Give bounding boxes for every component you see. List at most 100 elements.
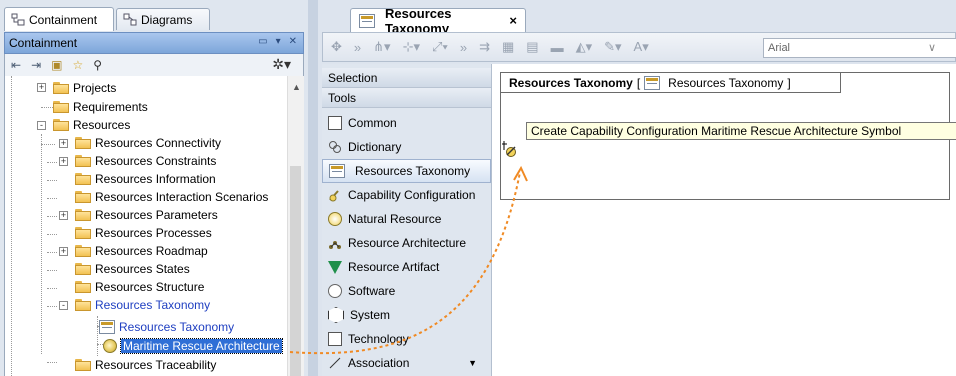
tree-item-resources-taxonomy-folder[interactable]: Resources Taxonomy [75, 297, 210, 313]
tree-item-resources-information[interactable]: Resources Information [75, 171, 216, 187]
restore-icon[interactable]: ▭ [258, 36, 267, 47]
diagram-icon [644, 75, 661, 90]
tree-item-projects[interactable]: Projects [53, 80, 116, 96]
palette-group-selection[interactable]: Selection [322, 68, 491, 88]
association-icon [329, 357, 341, 369]
expand-all-icon[interactable]: ⇥ [31, 58, 41, 72]
frame-ref: Resources Taxonomy [668, 75, 784, 90]
tree-item-resources-traceability[interactable]: Resources Traceability [75, 357, 216, 373]
tree-item-requirements[interactable]: Requirements [53, 99, 148, 115]
more-icon[interactable]: » [354, 40, 361, 55]
tree-item-label: Resources States [95, 262, 190, 276]
chevron-down-icon[interactable]: ∨ [928, 39, 936, 57]
palette-item-system[interactable]: System [322, 303, 491, 327]
tree-item-label: Resources Processes [95, 226, 212, 240]
palette-item-software[interactable]: Software [322, 279, 491, 303]
containment-pane: Containment Diagrams Containment ▭ ▾ ✕ ⇤… [0, 0, 308, 376]
tree-item-resources-roadmap[interactable]: Resources Roadmap [75, 243, 208, 259]
tab-diagrams[interactable]: Diagrams [116, 8, 210, 30]
shape-icon-3[interactable]: ▬ [551, 40, 564, 55]
shape-icon-2[interactable]: ▤ [526, 39, 538, 55]
tree-item-label: Resources Constraints [95, 154, 217, 168]
layout-icon[interactable]: ⋔▾ [373, 39, 390, 55]
diagram-frame-header: Resources Taxonomy [ Resources Taxonomy … [501, 73, 841, 93]
document-tab-bar: Resources Taxonomy × [322, 6, 956, 36]
tree-item-label: Resources Parameters [95, 208, 218, 222]
tree-item-resources-constraints[interactable]: Resources Constraints [75, 153, 216, 169]
diagram-canvas[interactable]: Resources Taxonomy [ Resources Taxonomy … [492, 64, 956, 376]
collapse-all-icon[interactable]: ⇤ [11, 58, 21, 72]
drop-tooltip: Create Capability Configuration Maritime… [526, 122, 956, 140]
folder-icon [75, 137, 91, 149]
palette-item-technology[interactable]: Technology [322, 327, 491, 351]
folder-icon [75, 299, 91, 311]
tree-item-resources-taxonomy-diagram[interactable]: Resources Taxonomy [99, 319, 234, 335]
path-style-icon[interactable]: ⤢▾ [432, 39, 448, 55]
navigate-icon[interactable]: ✥ [331, 39, 342, 55]
scroll-up-icon[interactable]: ▲ [292, 82, 301, 92]
natural-resource-icon [328, 212, 342, 226]
containment-toolbar: ⇤ ⇥ ▣ ☆ ⚲ ✲▾ [4, 54, 304, 76]
shape-icon-1[interactable]: ▦ [502, 39, 514, 55]
close-tab-icon[interactable]: × [509, 13, 517, 28]
palette-item-association[interactable]: Association ▼ [322, 351, 491, 375]
tree-item-resources-states[interactable]: Resources States [75, 261, 190, 277]
expand-toggle-resources[interactable]: - [37, 121, 46, 130]
diagram-toolbar: ✥ » ⋔▾ ⊹▾ ⤢▾ » ⇉ ▦ ▤ ▬ ◭▾ ✎▾ A▾ Arial ∨ [322, 32, 956, 62]
palette-item-common[interactable]: Common [322, 111, 491, 135]
expand-toggle-projects[interactable]: + [37, 83, 46, 92]
panel-title: Containment [9, 36, 78, 50]
tree-item-resources-connectivity[interactable]: Resources Connectivity [75, 135, 221, 151]
resource-artifact-icon [328, 260, 342, 274]
expand-toggle-resources-taxonomy[interactable]: - [59, 301, 68, 310]
palette-item-capability-configuration[interactable]: Capability Configuration [322, 183, 491, 207]
search-icon[interactable]: ⚲ [93, 58, 102, 72]
tree-item-resources-parameters[interactable]: Resources Parameters [75, 207, 218, 223]
palette-item-natural-resource[interactable]: Natural Resource [322, 207, 491, 231]
folder-icon [53, 82, 69, 94]
more-icon-2[interactable]: » [460, 40, 467, 55]
frame-title: Resources Taxonomy [509, 75, 633, 90]
chevron-down-icon[interactable]: ▼ [468, 358, 477, 368]
tab-containment-label: Containment [29, 12, 98, 27]
route-icon[interactable]: ⇉ [479, 39, 490, 55]
pane-splitter[interactable] [308, 0, 318, 376]
expand-toggle-resources-roadmap[interactable]: + [59, 247, 68, 256]
expand-toggle-resources-connectivity[interactable]: + [59, 139, 68, 148]
expand-toggle-resources-constraints[interactable]: + [59, 157, 68, 166]
frame-bracket-close: ] [787, 75, 791, 90]
gear-icon[interactable]: ✲▾ [272, 56, 291, 73]
fill-color-icon[interactable]: ◭▾ [576, 39, 593, 55]
tree-item-maritime-rescue-architecture[interactable]: Maritime Rescue Architecture [103, 338, 283, 354]
palette-item-dictionary[interactable]: Dictionary [322, 135, 491, 159]
tab-resources-taxonomy[interactable]: Resources Taxonomy × [350, 6, 526, 36]
resource-architecture-icon [329, 241, 341, 249]
favorite-star-icon[interactable]: ☆ [72, 58, 83, 72]
font-color-icon[interactable]: A▾ [634, 39, 649, 55]
palette-item-resource-architecture[interactable]: Resource Architecture [322, 231, 491, 255]
tree-scrollbar[interactable]: ▲ [287, 76, 304, 376]
tree-item-resources[interactable]: Resources [53, 117, 130, 133]
palette-item-resources-taxonomy[interactable]: Resources Taxonomy [322, 159, 491, 183]
scrollbar-thumb[interactable] [290, 166, 301, 376]
tree-item-resources-structure[interactable]: Resources Structure [75, 279, 204, 295]
line-color-icon[interactable]: ✎▾ [604, 39, 621, 55]
palette-item-label: Capability Configuration [348, 188, 476, 202]
folder-icon [75, 227, 91, 239]
document-tab-title: Resources Taxonomy [385, 5, 452, 36]
folder-icon [75, 359, 91, 371]
palette-item-resource-artifact[interactable]: Resource Artifact [322, 255, 491, 279]
tree-item-resources-interaction-scenarios[interactable]: Resources Interaction Scenarios [75, 189, 268, 205]
palette-group-tools[interactable]: Tools [322, 88, 491, 108]
folder-icon [75, 155, 91, 167]
tree-item-resources-processes[interactable]: Resources Processes [75, 225, 212, 241]
palette-item-label: System [350, 308, 391, 322]
pin-icon[interactable]: ▾ [276, 36, 281, 47]
tree-item-label: Requirements [73, 100, 148, 114]
new-element-icon[interactable]: ▣ [51, 58, 62, 72]
close-icon[interactable]: ✕ [289, 36, 297, 47]
expand-toggle-resources-parameters[interactable]: + [59, 211, 68, 220]
font-select[interactable]: Arial ∨ [763, 38, 956, 58]
align-icon[interactable]: ⊹▾ [403, 39, 420, 55]
tab-containment[interactable]: Containment [4, 7, 114, 31]
